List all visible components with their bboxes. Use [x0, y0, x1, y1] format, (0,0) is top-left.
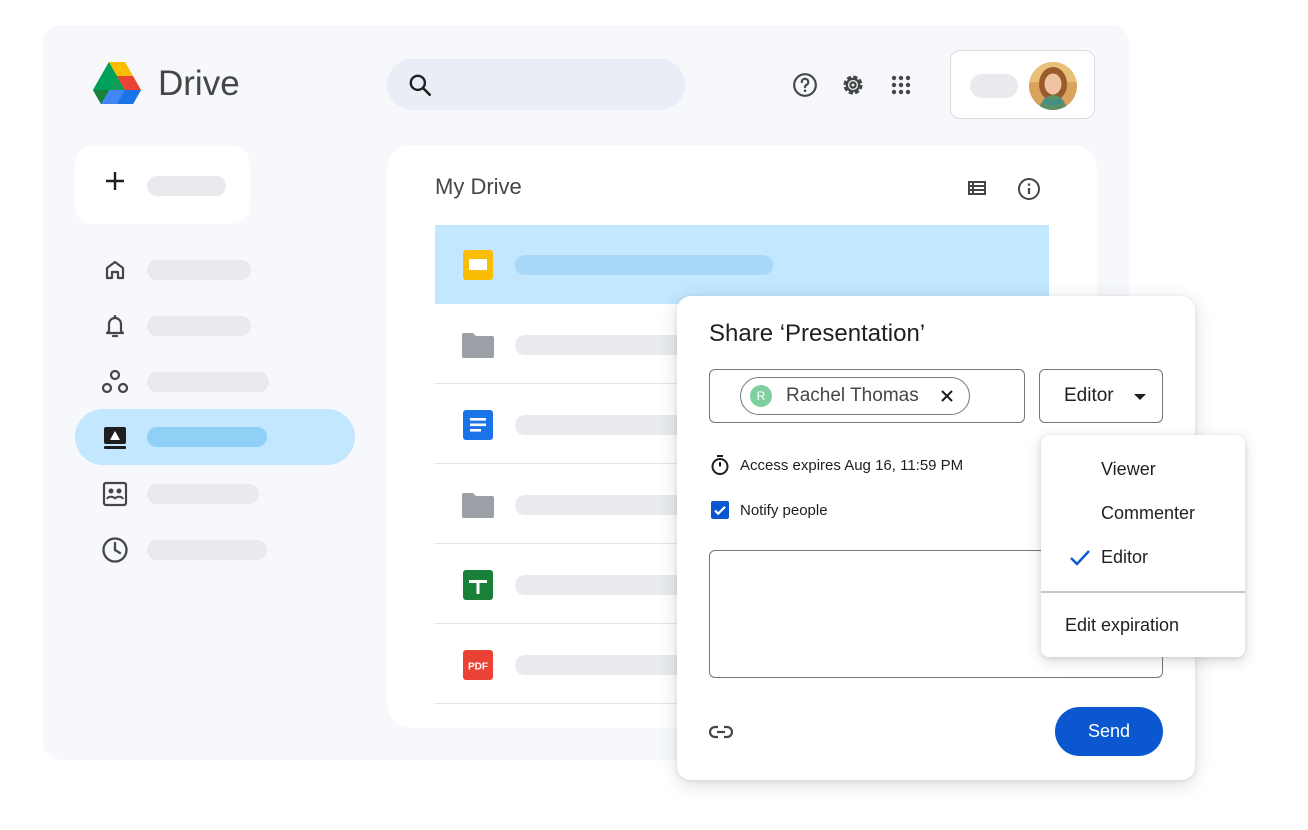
sidebar-label-placeholder — [147, 372, 269, 392]
role-dropdown[interactable]: Editor — [1039, 369, 1163, 423]
file-row[interactable] — [435, 225, 1049, 304]
menu-item-label: Editor — [1101, 547, 1149, 567]
sidebar-label-placeholder — [147, 484, 259, 504]
drive-logo-icon — [93, 62, 141, 104]
recipient-name: Rachel Thomas — [786, 385, 919, 406]
sidebar-item-activity[interactable] — [75, 297, 355, 353]
menu-item-edit-expiration[interactable]: Edit expiration — [1041, 603, 1245, 647]
file-name-placeholder — [515, 415, 695, 435]
notify-label: Notify people — [740, 501, 828, 519]
recipient-chip[interactable]: R Rachel Thomas — [740, 377, 970, 415]
menu-item-viewer[interactable]: Viewer — [1041, 447, 1245, 491]
pdf-icon: PDF — [463, 650, 493, 680]
add-people-field[interactable]: R Rachel Thomas — [709, 369, 1025, 423]
notify-people-checkbox[interactable]: Notify people — [711, 501, 828, 519]
list-view-icon[interactable] — [966, 177, 988, 204]
timer-icon — [711, 455, 729, 475]
search-bar[interactable] — [387, 59, 685, 110]
file-name-placeholder — [515, 575, 695, 595]
file-name-placeholder — [515, 655, 695, 675]
remove-recipient-close-icon[interactable] — [939, 388, 955, 404]
docs-icon — [463, 410, 493, 440]
role-menu: Viewer Commenter Editor Edit expiration — [1041, 435, 1245, 657]
file-name-placeholder — [515, 255, 773, 275]
expiry-text: Access expires Aug 16, 11:59 PM — [740, 456, 964, 474]
plus-icon — [106, 172, 124, 190]
my-drive-icon — [101, 424, 129, 452]
sidebar-item-my-drive[interactable] — [75, 409, 355, 465]
bell-icon — [101, 312, 129, 340]
new-label-placeholder — [147, 176, 226, 196]
sheets-icon — [463, 570, 493, 600]
pdf-badge-text: PDF — [468, 662, 488, 673]
menu-item-label: Edit expiration — [1065, 615, 1180, 635]
sidebar-label-placeholder — [147, 260, 251, 280]
folder-icon — [462, 333, 494, 358]
sidebar-label-placeholder — [147, 540, 267, 560]
account-switcher[interactable] — [950, 50, 1095, 119]
page-title: My Drive — [435, 174, 522, 199]
new-button[interactable] — [75, 146, 250, 224]
clock-icon — [101, 536, 129, 564]
sidebar-label-placeholder — [147, 316, 251, 336]
caret-down-icon — [1134, 394, 1146, 400]
user-avatar[interactable] — [1029, 62, 1077, 110]
file-name-placeholder — [515, 335, 695, 355]
recipient-avatar: R — [750, 385, 772, 407]
menu-item-label: Viewer — [1101, 459, 1156, 479]
home-icon — [101, 256, 129, 284]
file-name-placeholder — [515, 495, 695, 515]
workspaces-icon — [101, 368, 129, 396]
sidebar-item-shared-drives[interactable] — [75, 465, 355, 521]
menu-divider — [1041, 591, 1245, 593]
checkbox-checked-icon[interactable] — [711, 501, 729, 519]
sidebar-item-home[interactable] — [75, 241, 355, 297]
send-button[interactable]: Send — [1055, 707, 1163, 756]
help-icon[interactable] — [790, 70, 820, 100]
checkmark-icon — [1070, 550, 1090, 566]
sidebar-item-recent[interactable] — [75, 521, 355, 577]
app-name: Drive — [158, 64, 240, 103]
menu-item-commenter[interactable]: Commenter — [1041, 491, 1245, 535]
settings-gear-icon[interactable] — [838, 70, 868, 100]
info-icon[interactable] — [1017, 177, 1041, 206]
access-expiry: Access expires Aug 16, 11:59 PM — [709, 454, 963, 476]
sidebar-item-shared[interactable] — [75, 353, 355, 409]
slides-icon — [463, 250, 493, 280]
account-name-placeholder — [970, 74, 1018, 98]
apps-grid-icon[interactable] — [886, 70, 916, 100]
search-icon — [409, 74, 432, 97]
role-dropdown-label: Editor — [1064, 385, 1114, 406]
contacts-icon — [101, 480, 129, 508]
folder-icon — [462, 493, 494, 518]
copy-link-icon[interactable] — [709, 721, 733, 743]
dialog-title: Share ‘Presentation’ — [709, 320, 926, 347]
menu-item-label: Commenter — [1101, 503, 1196, 523]
menu-item-editor[interactable]: Editor — [1041, 535, 1245, 579]
sidebar-label-placeholder — [147, 427, 267, 447]
